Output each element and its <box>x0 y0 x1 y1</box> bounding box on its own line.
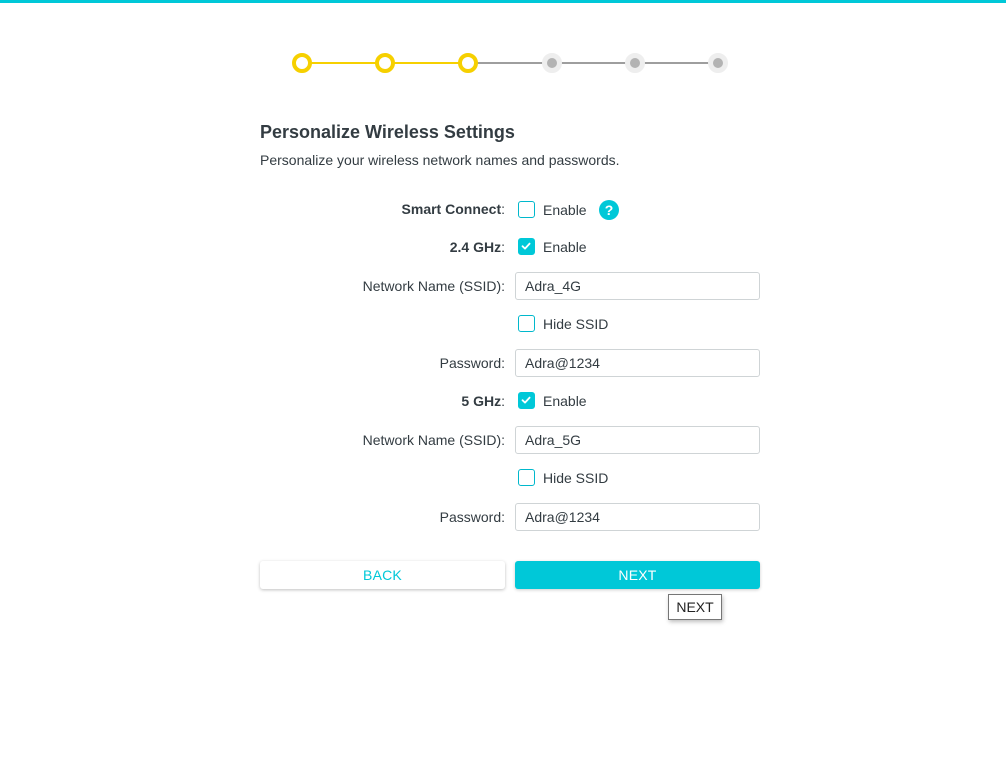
step-3 <box>458 53 478 73</box>
page-subtitle: Personalize your wireless network names … <box>260 152 620 168</box>
band-5-label: 5 GHz: <box>461 393 505 409</box>
band-24-label: 2.4 GHz: <box>449 239 505 255</box>
band-5-password-input[interactable] <box>515 503 760 531</box>
band-5-enable-checkbox[interactable] <box>518 392 535 409</box>
band-5-password-label: Password: <box>439 509 505 525</box>
stepper-line-todo <box>468 62 718 64</box>
band-24-hide-ssid-label[interactable]: Hide SSID <box>543 316 608 332</box>
page-title: Personalize Wireless Settings <box>260 122 515 142</box>
smart-connect-label: Smart Connect: <box>401 201 505 217</box>
checkmark-icon <box>521 242 531 250</box>
step-4 <box>542 53 562 73</box>
step-1 <box>292 53 312 73</box>
smart-connect-enable-label[interactable]: Enable <box>543 202 587 218</box>
step-6 <box>708 53 728 73</box>
band-5-hide-ssid-label[interactable]: Hide SSID <box>543 470 608 486</box>
step-5 <box>625 53 645 73</box>
band-24-enable-label[interactable]: Enable <box>543 239 587 255</box>
smart-connect-checkbox[interactable] <box>518 201 535 218</box>
band-24-ssid-label: Network Name (SSID): <box>362 278 505 294</box>
back-button[interactable]: BACK <box>260 561 505 589</box>
band-24-password-label: Password: <box>439 355 505 371</box>
band-5-ssid-label: Network Name (SSID): <box>362 432 505 448</box>
progress-stepper <box>292 53 728 73</box>
band-24-password-input[interactable] <box>515 349 760 377</box>
band-24-hide-ssid-checkbox[interactable] <box>518 315 535 332</box>
band-5-hide-ssid-checkbox[interactable] <box>518 469 535 486</box>
checkmark-icon <box>521 396 531 404</box>
band-24-ssid-input[interactable] <box>515 272 760 300</box>
top-accent-bar <box>0 0 1006 3</box>
band-24-enable-checkbox[interactable] <box>518 238 535 255</box>
band-5-enable-label[interactable]: Enable <box>543 393 587 409</box>
step-2 <box>375 53 395 73</box>
next-tooltip: NEXT <box>668 594 722 620</box>
help-icon[interactable]: ? <box>599 200 619 220</box>
band-5-ssid-input[interactable] <box>515 426 760 454</box>
next-button[interactable]: NEXT <box>515 561 760 589</box>
